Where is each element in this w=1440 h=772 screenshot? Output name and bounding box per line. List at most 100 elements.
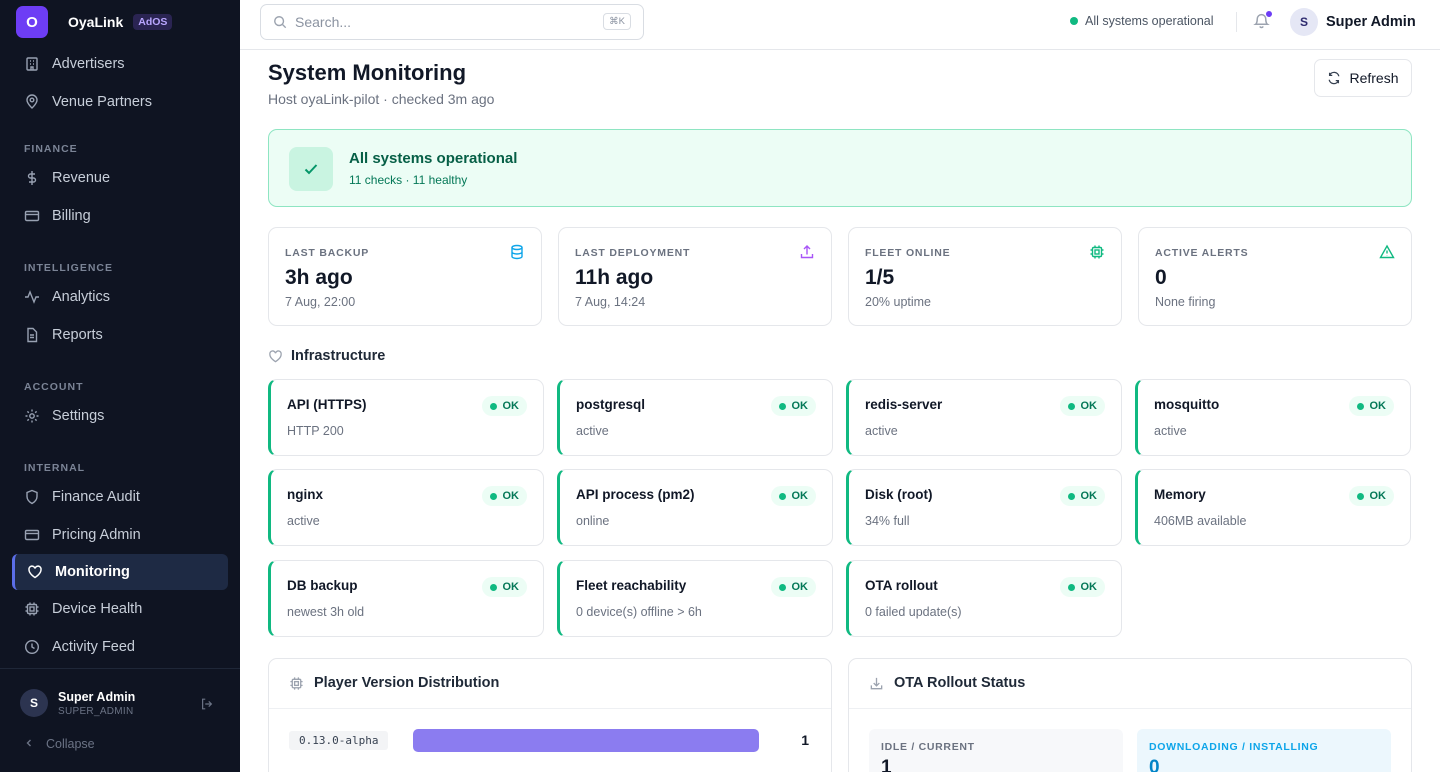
sidebar-section-account: ACCOUNT: [24, 381, 84, 393]
check-detail: HTTP 200: [287, 424, 344, 438]
check-detail: active: [1154, 424, 1187, 438]
heart-icon: [27, 564, 43, 580]
panel-header: Player Version Distribution: [289, 675, 499, 691]
status-badge: OK: [1059, 486, 1105, 506]
check-name: Fleet reachability: [576, 578, 687, 593]
check-name: OTA rollout: [865, 578, 938, 593]
check-card[interactable]: postgresql active OK: [557, 379, 833, 456]
sidebar-item-label: Analytics: [52, 289, 111, 305]
sidebar-item-advertisers[interactable]: Advertisers: [0, 45, 240, 83]
upload-icon: [799, 244, 815, 265]
sidebar-item-revenue[interactable]: Revenue: [0, 159, 240, 197]
check-card[interactable]: Disk (root) 34% full OK: [846, 469, 1122, 546]
ota-value: 0: [1149, 757, 1160, 772]
check-card[interactable]: nginx active OK: [268, 469, 544, 546]
status-badge: OK: [1059, 396, 1105, 416]
status-dot: [1356, 402, 1364, 410]
status-dot: [778, 402, 786, 410]
stat-sub: 7 Aug, 22:00: [285, 295, 356, 309]
check-name: mosquitto: [1154, 397, 1220, 412]
check-card[interactable]: Memory 406MB available OK: [1135, 469, 1411, 546]
logout-icon[interactable]: [200, 697, 214, 716]
sidebar-item-pricing-admin[interactable]: Pricing Admin: [0, 516, 240, 554]
shield-icon: [24, 489, 40, 505]
stat-value: 0: [1155, 266, 1167, 289]
player-version-panel: Player Version Distribution 0.13.0-alpha…: [268, 658, 832, 772]
search-shortcut: ⌘K: [603, 13, 631, 30]
sidebar-footer: S Super Admin SUPER_ADMIN Collapse: [0, 668, 240, 751]
sidebar-item-label: Activity Feed: [52, 639, 135, 655]
brand-logo: O: [16, 6, 48, 38]
check-card[interactable]: API (HTTPS) HTTP 200 OK: [268, 379, 544, 456]
page-subtitle: Host oyaLink-pilot · checked 3m ago: [268, 91, 495, 107]
avatar: S: [20, 689, 48, 717]
sidebar-item-venue-partners[interactable]: Venue Partners: [0, 83, 240, 121]
sidebar-item-label: Revenue: [52, 170, 111, 186]
collapse-button[interactable]: Collapse: [24, 737, 95, 751]
banner-title: All systems operational: [349, 150, 518, 167]
user-menu[interactable]: S Super Admin: [1290, 8, 1416, 36]
stat-label: LAST BACKUP: [285, 247, 370, 259]
refresh-button[interactable]: Refresh: [1314, 59, 1412, 97]
clock-icon: [24, 639, 40, 655]
sidebar-item-activity-feed[interactable]: Activity Feed: [0, 628, 240, 666]
check-card[interactable]: redis-server active OK: [846, 379, 1122, 456]
sidebar-user[interactable]: S Super Admin SUPER_ADMIN: [20, 689, 220, 717]
search-box[interactable]: ⌘K: [260, 4, 644, 40]
status-dot: [489, 402, 497, 410]
sidebar-item-label: Finance Audit: [52, 489, 140, 505]
check-card[interactable]: API process (pm2) online OK: [557, 469, 833, 546]
status-label: OK: [1080, 490, 1098, 502]
sidebar-item-label: Venue Partners: [52, 94, 152, 110]
check-name: nginx: [287, 487, 323, 502]
check-card[interactable]: DB backup newest 3h old OK: [268, 560, 544, 637]
version-bar: [413, 729, 759, 752]
sidebar-item-label: Advertisers: [52, 56, 125, 72]
check-card[interactable]: Fleet reachability 0 device(s) offline > …: [557, 560, 833, 637]
ota-label: DOWNLOADING / INSTALLING: [1149, 741, 1319, 753]
search-input[interactable]: [295, 14, 595, 30]
refresh-icon: [1327, 71, 1341, 85]
sidebar-user-role: SUPER_ADMIN: [58, 705, 134, 717]
download-icon: [869, 676, 884, 691]
sidebar-item-finance-audit[interactable]: Finance Audit: [0, 478, 240, 516]
page-title: System Monitoring: [268, 60, 467, 85]
check-card[interactable]: mosquitto active OK: [1135, 379, 1411, 456]
status-label: OK: [791, 400, 809, 412]
stat-card-active-alerts: ACTIVE ALERTS 0 None firing: [1138, 227, 1412, 326]
status-badge: OK: [1348, 396, 1394, 416]
brand[interactable]: O OyaLink AdOS: [16, 6, 173, 38]
sidebar-item-reports[interactable]: Reports: [0, 316, 240, 354]
status-dot: [1070, 17, 1078, 25]
sidebar-item-label: Settings: [52, 408, 105, 424]
status-label: OK: [1369, 490, 1387, 502]
sidebar-item-label: Device Health: [52, 601, 143, 617]
refresh-label: Refresh: [1349, 70, 1399, 86]
status-label: OK: [791, 490, 809, 502]
sidebar: O OyaLink AdOS Advertisers Venue Partner…: [0, 0, 240, 772]
check-detail: 0 device(s) offline > 6h: [576, 605, 702, 619]
sidebar-item-device-health[interactable]: Device Health: [0, 590, 240, 628]
avatar: S: [1290, 8, 1318, 36]
banner-subtitle: 11 checks · 11 healthy: [349, 173, 468, 187]
sidebar-item-label: Billing: [52, 208, 91, 224]
topbar: ⌘K All systems operational S Super Admin: [240, 0, 1440, 50]
stat-card-last-backup: LAST BACKUP 3h ago 7 Aug, 22:00: [268, 227, 542, 326]
brand-badge: AdOS: [133, 14, 173, 30]
sidebar-item-billing[interactable]: Billing: [0, 197, 240, 235]
sidebar-item-monitoring[interactable]: Monitoring: [12, 554, 228, 590]
status-dot: [778, 492, 786, 500]
sidebar-item-analytics[interactable]: Analytics: [0, 278, 240, 316]
status-dot: [1067, 583, 1075, 591]
database-icon: [509, 244, 525, 265]
status-badge: OK: [481, 396, 527, 416]
sidebar-section-internal: INTERNAL: [24, 462, 86, 474]
status-badge: OK: [1059, 577, 1105, 597]
cpu-icon: [1089, 244, 1105, 265]
credit-card-icon: [24, 208, 40, 224]
check-card[interactable]: OTA rollout 0 failed update(s) OK: [846, 560, 1122, 637]
version-count: 1: [801, 732, 809, 748]
sidebar-item-settings[interactable]: Settings: [0, 397, 240, 435]
version-tag: 0.13.0-alpha: [289, 731, 389, 750]
stat-card-last-deployment: LAST DEPLOYMENT 11h ago 7 Aug, 14:24: [558, 227, 832, 326]
